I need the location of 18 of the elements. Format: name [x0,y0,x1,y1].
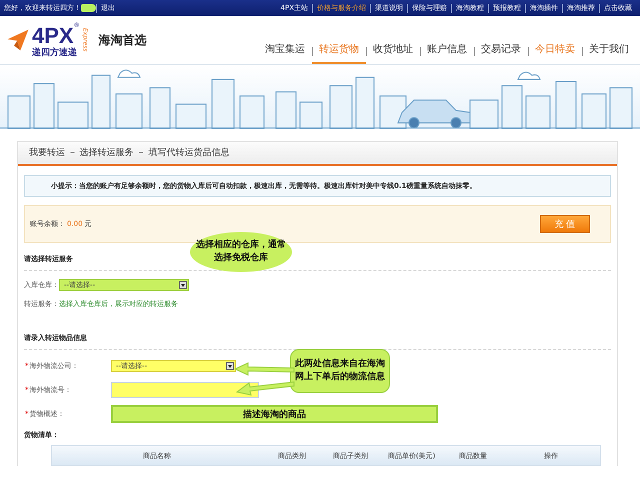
callout-arrow [234,362,294,376]
nav-tab[interactable]: 交易记录 [474,38,528,64]
callout-box: 此两处信息来自在海淘网上下单后的物流信息 [290,349,390,393]
brand-name: 4PX [32,22,74,48]
nav-tab[interactable]: 淘宝集运 [258,38,312,64]
nav-tab[interactable]: 收货地址 [366,38,420,64]
brand-subtitle: 递四方速递 [32,48,78,58]
dropdown-icon[interactable] [226,362,234,370]
logo-icon [6,27,30,53]
slogan-text: 海淘首选 [98,32,147,48]
dropdown-icon[interactable] [179,281,187,289]
nav-tab[interactable]: 关于我们 [582,38,636,64]
input-field[interactable] [111,382,259,398]
breadcrumb-bar: 我要转运 － 选择转运服务 － 填写代转运货品信息 [18,142,617,166]
nav-tab[interactable]: 账户信息 [420,38,474,64]
callout-arrow [236,381,294,396]
annotation-label: 描述海淘的商品 [243,408,306,420]
input-field[interactable]: 描述海淘的商品 [111,405,438,423]
